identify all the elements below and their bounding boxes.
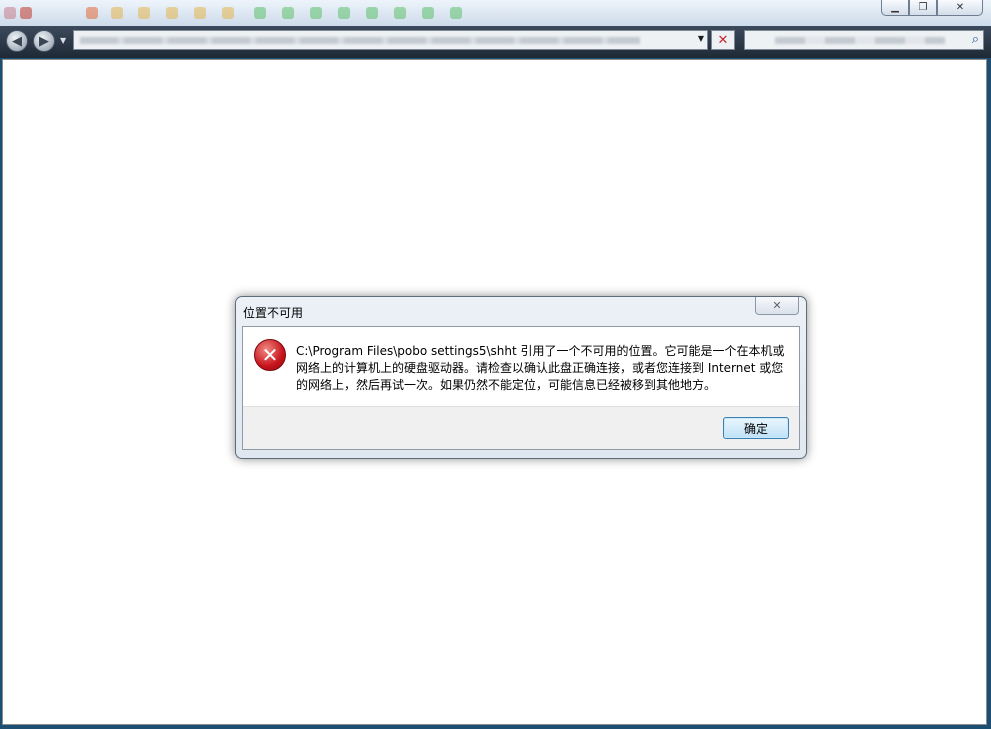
toolbar-app-icon[interactable]	[254, 7, 266, 19]
close-window-button[interactable]: ✕	[937, 0, 983, 16]
arrow-left-icon: ◀	[12, 33, 22, 49]
error-icon: ✕	[254, 339, 286, 371]
window-controls: ▁ ❐ ✕	[881, 0, 983, 18]
restore-icon: ❐	[918, 2, 928, 13]
dialog-body: ✕ C:\Program Files\pobo settings5\shht 引…	[242, 326, 800, 450]
toolbar-app-icon[interactable]	[138, 7, 150, 19]
location-unavailable-dialog: 位置不可用 ✕ ✕ C:\Program Files\pobo settings…	[235, 296, 807, 459]
toolbar-app-icon[interactable]	[338, 7, 350, 19]
forward-button[interactable]: ▶	[33, 30, 55, 52]
toolbar-app-icon[interactable]	[4, 7, 16, 19]
minimize-icon: ▁	[891, 2, 899, 13]
address-text-blurred	[80, 37, 640, 44]
toolbar-app-icon[interactable]	[394, 7, 406, 19]
dialog-title: 位置不可用	[243, 306, 304, 320]
close-icon: ✕	[772, 299, 782, 312]
address-bar[interactable]: ▼	[73, 30, 708, 50]
search-box[interactable]: ⌕	[744, 30, 984, 50]
toolbar-app-icon[interactable]	[20, 7, 32, 19]
toolbar-app-icon[interactable]	[166, 7, 178, 19]
ok-button[interactable]: 确定	[723, 417, 789, 439]
toolbar-app-icon[interactable]	[366, 7, 378, 19]
dialog-message: C:\Program Files\pobo settings5\shht 引用了…	[296, 344, 785, 392]
toolbar-app-icon[interactable]	[450, 7, 462, 19]
window-title-strip: ▁ ❐ ✕	[0, 0, 991, 27]
toolbar-app-icon[interactable]	[86, 7, 98, 19]
toolbar-app-icon[interactable]	[222, 7, 234, 19]
close-icon: ✕	[955, 2, 965, 13]
search-icon[interactable]: ⌕	[972, 32, 979, 47]
stop-icon: ✕	[717, 32, 729, 48]
toolbar-app-icon[interactable]	[194, 7, 206, 19]
minimize-button[interactable]: ▁	[881, 0, 909, 16]
address-dropdown-icon[interactable]: ▼	[698, 34, 704, 43]
toolbar-app-icon[interactable]	[282, 7, 294, 19]
search-text-blurred	[775, 37, 945, 44]
history-dropdown-icon[interactable]: ▼	[60, 36, 66, 45]
toolbar-app-icon[interactable]	[422, 7, 434, 19]
toolbar-app-icon[interactable]	[111, 7, 123, 19]
maximize-button[interactable]: ❐	[909, 0, 937, 16]
dialog-footer: 确定	[243, 406, 799, 449]
navigation-bar: ◀ ▶ ▼ ▼ ✕ ⌕	[0, 26, 991, 58]
toolbar-app-icon[interactable]	[310, 7, 322, 19]
arrow-right-icon: ▶	[39, 33, 49, 49]
dialog-close-button[interactable]: ✕	[755, 297, 799, 315]
back-button[interactable]: ◀	[6, 30, 28, 52]
stop-button[interactable]: ✕	[711, 30, 735, 50]
